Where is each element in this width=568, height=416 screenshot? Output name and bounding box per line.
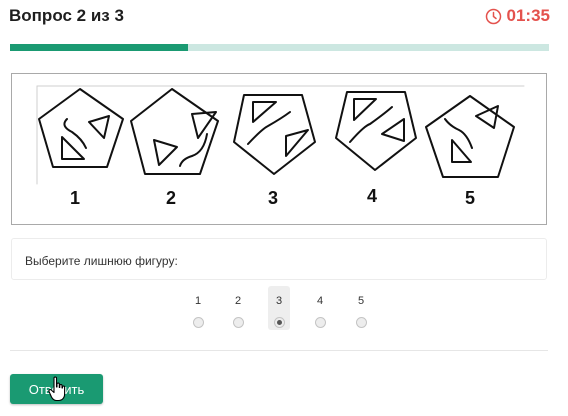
option-label: 2	[234, 295, 242, 307]
figure-3	[233, 94, 316, 175]
figure-label-4: 4	[367, 186, 377, 206]
figure-label-2: 2	[166, 188, 176, 208]
progress-fill	[10, 44, 188, 51]
figure-4	[335, 91, 417, 171]
option-label: 1	[194, 295, 202, 307]
figure-5	[425, 95, 515, 178]
option-radio[interactable]	[192, 317, 204, 328]
option-radio[interactable]	[314, 317, 326, 328]
figure-image: 1 2 3 4 5	[11, 73, 547, 225]
option-radio[interactable]	[273, 317, 285, 328]
timer-value: 01:35	[506, 6, 550, 25]
figure-label-1: 1	[70, 188, 80, 208]
figure-1	[38, 88, 124, 168]
header: Вопрос 2 из 3 01:35	[0, 0, 568, 36]
figure-label-5: 5	[465, 188, 475, 208]
question-prompt: Выберите лишнюю фигуру:	[25, 254, 178, 268]
divider	[10, 350, 548, 351]
answer-options: 1 2 3 4 5	[0, 286, 568, 334]
option-5[interactable]: 5	[350, 286, 372, 330]
option-radio[interactable]	[355, 317, 367, 328]
option-label: 4	[316, 295, 324, 307]
option-label: 3	[275, 295, 283, 307]
question-card: Выберите лишнюю фигуру:	[11, 238, 547, 280]
figure-label-3: 3	[268, 188, 278, 208]
figure-2	[130, 88, 219, 175]
hand-cursor-icon	[48, 376, 66, 407]
clock-icon	[485, 8, 502, 25]
progress-bar	[10, 44, 549, 51]
option-2[interactable]: 2	[227, 286, 249, 330]
option-label: 5	[357, 295, 365, 307]
option-radio[interactable]	[232, 317, 244, 328]
option-3[interactable]: 3	[268, 286, 290, 330]
timer: 01:35	[485, 6, 550, 26]
option-1[interactable]: 1	[187, 286, 209, 330]
option-4[interactable]: 4	[309, 286, 331, 330]
pentagon-figures: 1 2 3 4 5	[36, 85, 525, 208]
question-counter: Вопрос 2 из 3	[9, 6, 124, 25]
